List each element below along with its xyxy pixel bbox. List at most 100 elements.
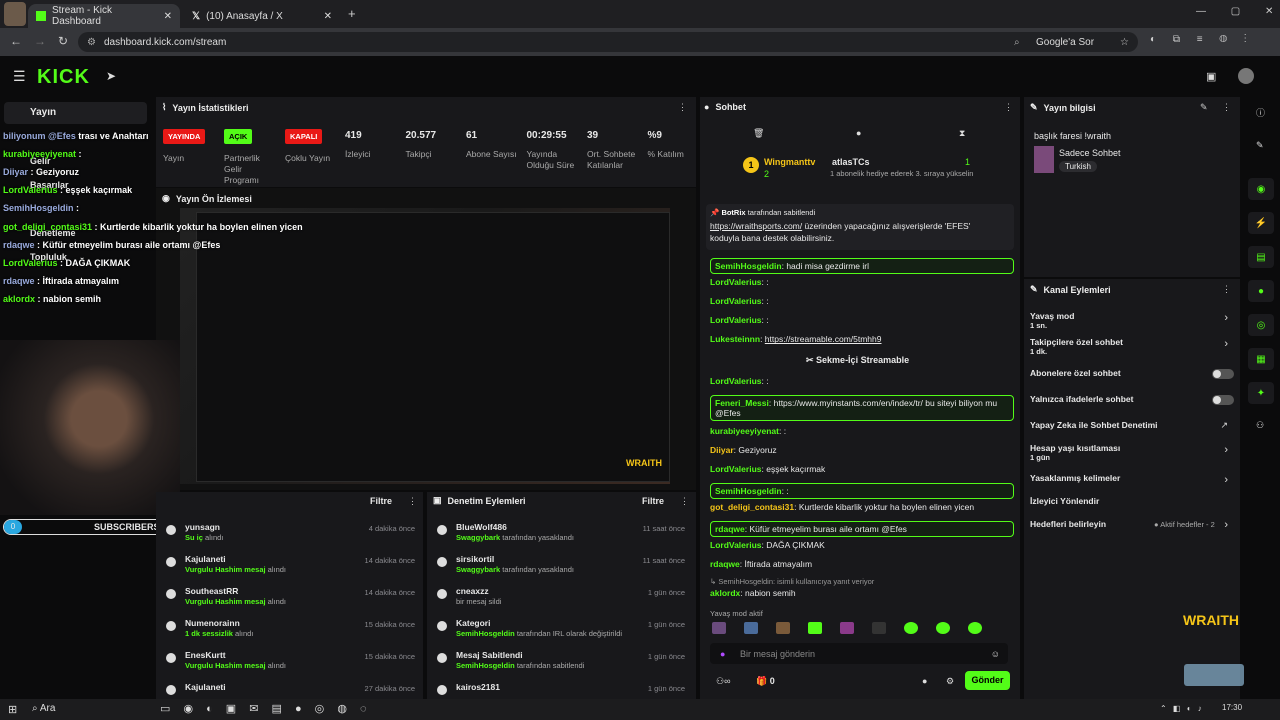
lightning-icon[interactable]: ⚡ bbox=[1248, 212, 1274, 234]
activity-menu-icon[interactable]: ⋮ bbox=[408, 496, 417, 507]
moderation-item[interactable]: cneaxzz bir mesaj sildi bbox=[456, 586, 501, 606]
microphone-icon[interactable]: ● bbox=[720, 649, 725, 659]
chat-icon[interactable]: ● bbox=[856, 128, 861, 138]
activity-item[interactable]: yunsagn Su iç alındı bbox=[185, 522, 223, 542]
toggle-switch[interactable] bbox=[1212, 369, 1234, 379]
activity-item[interactable]: Kajulaneti Vurgulu Hashim mesaj alındı bbox=[185, 554, 286, 574]
stats-menu-icon[interactable]: ⋮ bbox=[678, 102, 687, 113]
channel-action-label[interactable]: Takipçilere özel sohbet bbox=[1030, 337, 1123, 347]
chat-username[interactable]: LordValerius bbox=[710, 464, 762, 474]
video-icon[interactable]: ▣ bbox=[1206, 70, 1216, 83]
taskbar-search[interactable]: ⌕ Ara bbox=[32, 703, 55, 714]
tab-kick-dashboard[interactable]: Stream - Kick Dashboard ✕ bbox=[28, 4, 180, 28]
chat-username[interactable]: rdaqwe bbox=[715, 524, 745, 534]
google-ask-button[interactable]: Google'a Sor bbox=[1036, 37, 1094, 48]
tab-x[interactable]: 𝕏 (10) Anasayfa / X ✕ bbox=[184, 4, 340, 28]
people-icon[interactable]: ⚇ bbox=[1256, 420, 1264, 431]
chat-username[interactable]: got_deligi_contasi31 bbox=[710, 502, 794, 512]
reload-icon[interactable]: ↻ bbox=[58, 34, 68, 48]
channel-action-label[interactable]: Yapay Zeka ile Sohbet Denetimi bbox=[1030, 420, 1158, 430]
chat-settings-icon[interactable]: ⚙ bbox=[946, 676, 954, 687]
activity-item[interactable]: EnesKurtt Vurgulu Hashim mesaj alındı bbox=[185, 650, 286, 670]
url-input[interactable]: ⚙ dashboard.kick.com/stream ⌕ Google'a S… bbox=[78, 32, 1138, 52]
menu-icon[interactable]: ☰ bbox=[13, 68, 26, 85]
send-button[interactable]: Gönder bbox=[965, 671, 1010, 690]
emoji-icon[interactable]: ☺ bbox=[991, 649, 1000, 659]
gifter-second-name[interactable]: atlasTCs bbox=[832, 157, 870, 167]
stream-video[interactable]: WRAITH bbox=[180, 208, 670, 484]
moderation-item[interactable]: Mesaj Sabitlendi SemihHosgeldin tarafında… bbox=[456, 650, 584, 670]
pinned-link[interactable]: https://wraithsports.com/ bbox=[710, 221, 802, 231]
emote-icon[interactable] bbox=[872, 622, 886, 634]
chevron-right-icon[interactable]: › bbox=[1224, 312, 1228, 324]
chat-username[interactable]: SemihHosgeldin bbox=[715, 261, 782, 271]
chat-username[interactable]: Feneri_Messi bbox=[715, 398, 769, 408]
document-icon[interactable]: ▤ bbox=[1248, 246, 1274, 268]
moderation-menu-icon[interactable]: ⋮ bbox=[680, 496, 689, 507]
emote-icon[interactable] bbox=[776, 622, 790, 634]
chat-username[interactable]: LordValerius bbox=[710, 277, 762, 287]
chat-username[interactable]: Lukesteinnn bbox=[710, 334, 760, 344]
emote-icon[interactable] bbox=[808, 622, 822, 634]
channel-action-label[interactable]: Yalnızca ifadelerle sohbet bbox=[1030, 394, 1133, 404]
info-icon[interactable]: ⓘ bbox=[1256, 106, 1265, 119]
moderation-item[interactable]: BlueWolf486 Swaggybark tarafından yasakla… bbox=[456, 522, 574, 542]
toggle-switch[interactable] bbox=[1212, 395, 1234, 405]
close-icon[interactable]: ✕ bbox=[164, 11, 172, 22]
chat-username[interactable]: LordValerius bbox=[710, 315, 762, 325]
pin-icon[interactable]: ➤ bbox=[106, 69, 116, 83]
chat-icon[interactable]: ● bbox=[1248, 280, 1274, 302]
system-tray[interactable]: ⌃ ◧ ◐ ♪ bbox=[1160, 704, 1202, 713]
window-controls[interactable]: — ▢ ✕ bbox=[1196, 6, 1273, 17]
channel-action-label[interactable]: İzleyici Yönlendir bbox=[1030, 496, 1099, 506]
channel-action-label[interactable]: Hedefleri belirleyin bbox=[1030, 519, 1106, 529]
emote-icon[interactable] bbox=[904, 622, 918, 634]
back-icon[interactable]: ← bbox=[10, 34, 22, 48]
chat-input[interactable]: ● Bir mesaj gönderin ☺ bbox=[710, 643, 1008, 664]
hourglass-icon[interactable]: ⧗ bbox=[959, 128, 965, 139]
sidebar-item-yayin[interactable]: Yayın bbox=[4, 102, 147, 124]
kick-logo[interactable]: KICK bbox=[37, 66, 90, 89]
chevron-right-icon[interactable]: › bbox=[1224, 519, 1228, 531]
emote-icon[interactable] bbox=[936, 622, 950, 634]
chat-bubble-icon[interactable]: ● bbox=[922, 676, 927, 686]
activity-item[interactable]: Kajulaneti bbox=[185, 682, 226, 692]
chat-menu-icon[interactable]: ⋮ bbox=[1004, 102, 1013, 113]
pencil-icon[interactable]: ✎ bbox=[1256, 140, 1264, 151]
broadcast-icon[interactable]: ◎ bbox=[1248, 314, 1274, 336]
streamable-embed-button[interactable]: ✂ Sekme-İçi Streamable bbox=[806, 355, 909, 366]
chat-text[interactable]: https://streamable.com/5tmhh9 bbox=[765, 334, 882, 344]
gifter-first-name[interactable]: Wingmanttv bbox=[764, 157, 815, 167]
points-icon[interactable]: ⚇∞ bbox=[716, 676, 730, 687]
forward-icon[interactable]: → bbox=[34, 34, 46, 48]
user-avatar[interactable] bbox=[1238, 68, 1254, 84]
extensions-area[interactable]: ◐ ⧉ ≡ ◍ ⋮ bbox=[1150, 34, 1246, 45]
close-icon[interactable]: ✕ bbox=[324, 11, 332, 22]
activity-filter-button[interactable]: Filtre bbox=[370, 496, 392, 506]
profile-avatar[interactable] bbox=[4, 2, 26, 26]
chat-username[interactable]: aklordx bbox=[710, 588, 740, 598]
channel-actions-menu-icon[interactable]: ⋮ bbox=[1222, 284, 1231, 295]
star-icon[interactable]: ☆ bbox=[1120, 37, 1129, 48]
trash-icon[interactable]: 🗑 bbox=[753, 128, 764, 139]
zoom-icon[interactable]: ⌕ bbox=[1014, 37, 1020, 48]
emote-icon[interactable] bbox=[968, 622, 982, 634]
emote-icon[interactable] bbox=[744, 622, 758, 634]
chat-username[interactable]: LordValerius bbox=[710, 540, 762, 550]
moderation-item[interactable]: kairos2181 bbox=[456, 682, 500, 692]
moderation-item[interactable]: sirsikortil Swaggybark tarafından yasakla… bbox=[456, 554, 574, 574]
channel-action-label[interactable]: Yavaş mod bbox=[1030, 311, 1074, 321]
chat-username[interactable]: LordValerius bbox=[710, 296, 762, 306]
chevron-right-icon[interactable]: › bbox=[1224, 474, 1228, 486]
chat-username[interactable]: SemihHosgeldin bbox=[715, 486, 782, 496]
activity-item[interactable]: SoutheastRR Vurgulu Hashim mesaj alındı bbox=[185, 586, 286, 606]
chevron-right-icon[interactable]: › bbox=[1224, 338, 1228, 350]
pinned-message[interactable]: 📌 BotRix tarafından sabitlendi https://w… bbox=[706, 204, 1014, 250]
windows-start-icon[interactable]: ⊞ bbox=[8, 703, 17, 716]
emote-icon[interactable] bbox=[840, 622, 854, 634]
chat-username[interactable]: Diiyar bbox=[710, 445, 734, 455]
chat-username[interactable]: rdaqwe bbox=[710, 559, 740, 569]
emote-row[interactable] bbox=[712, 622, 1012, 636]
new-tab-button[interactable]: + bbox=[348, 6, 356, 21]
chevron-right-icon[interactable]: › bbox=[1224, 444, 1228, 456]
